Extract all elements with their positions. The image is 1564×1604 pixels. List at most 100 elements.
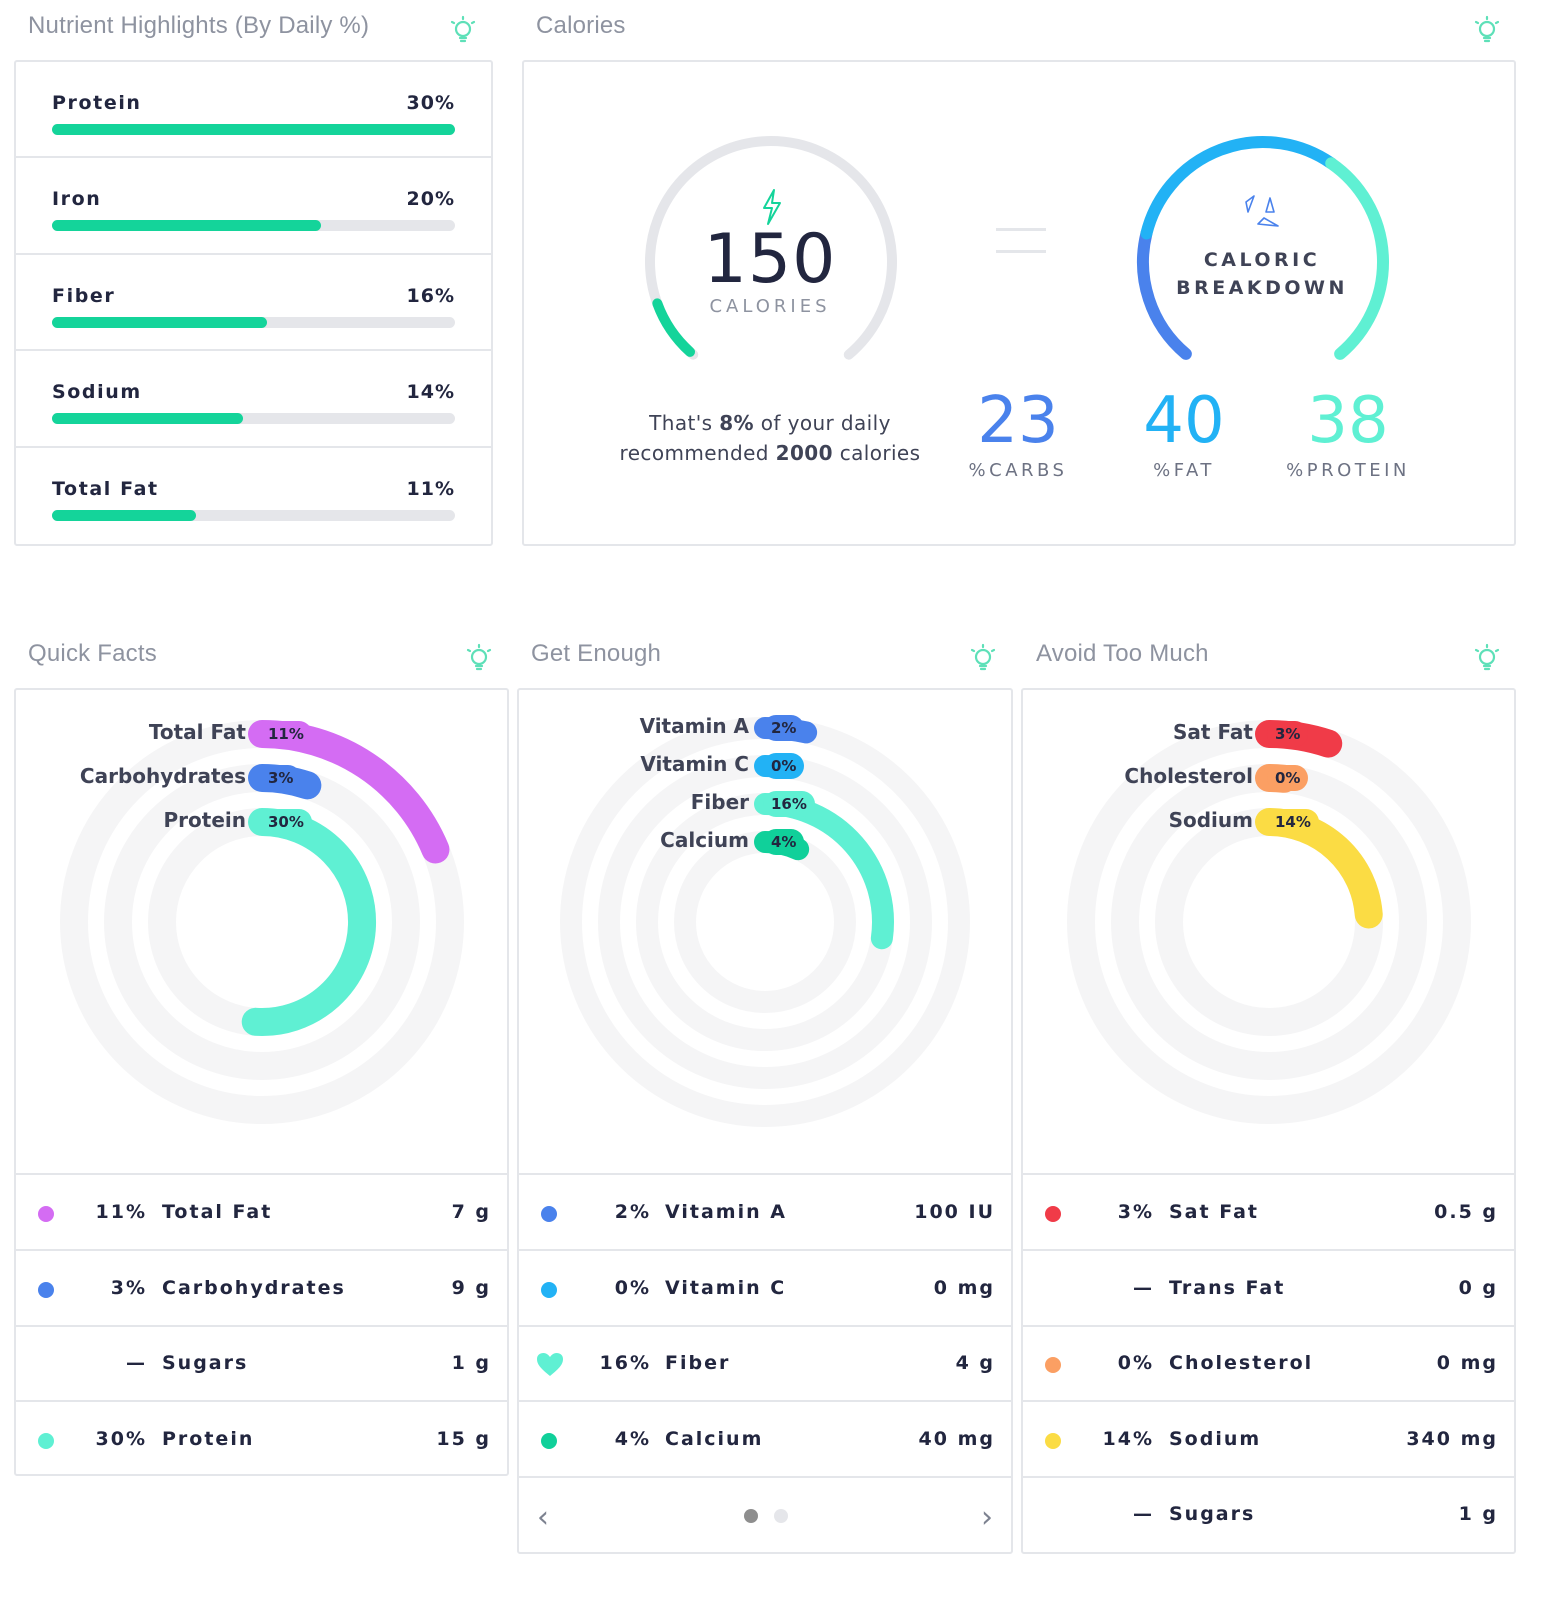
nutrient-bar-track xyxy=(52,220,455,232)
nutrient-list-row: 30% Protein 15 g xyxy=(16,1402,507,1478)
row-percent: — xyxy=(1133,1276,1154,1299)
nutrient-list-row: — Sugars 1 g xyxy=(16,1326,507,1402)
ring-chart: Sat Fat 3% Cholesterol 0% Sodium 14% xyxy=(1023,690,1514,1175)
nutrient-list-row: 16% Fiber 4 g xyxy=(519,1326,1011,1402)
row-percent: 16% xyxy=(599,1352,651,1374)
row-amount: 4 g xyxy=(955,1352,995,1374)
ring-track xyxy=(560,717,970,1127)
nutrient-list-row: 14% Sodium 340 mg xyxy=(1023,1402,1514,1478)
nutrient-list-row: — Trans Fat 0 g xyxy=(1023,1251,1514,1327)
nutrient-bar-track xyxy=(52,413,455,425)
row-percent: 3% xyxy=(1117,1201,1154,1223)
nutrient-name: Iron xyxy=(52,188,102,211)
ring-percent-pill: 0% xyxy=(763,753,805,779)
page-dot[interactable] xyxy=(744,1509,758,1523)
ring-percent-pill: 0% xyxy=(1267,765,1309,791)
calorie-note-total: 2000 xyxy=(775,441,833,465)
pager: ‹ › xyxy=(519,1476,1011,1552)
row-amount: 7 g xyxy=(451,1201,491,1223)
calories-card: 150 CALORIES That's 8% of your daily rec… xyxy=(522,60,1516,546)
row-amount: 0 g xyxy=(1458,1276,1498,1299)
row-name: Calcium xyxy=(665,1427,764,1450)
row-amount: 340 mg xyxy=(1406,1427,1498,1450)
ring-chart: Total Fat 11% Carbohydrates 3% Protein 30% xyxy=(16,690,507,1175)
row-percent: 2% xyxy=(614,1201,651,1223)
nutrient-row: Sodium 14% xyxy=(16,351,491,448)
ring-progress-arc xyxy=(241,808,377,1036)
nutrient-bar-track xyxy=(52,124,455,135)
row-amount: 1 g xyxy=(1458,1503,1498,1525)
nutrient-row: Protein 30% xyxy=(16,62,491,159)
lightning-icon xyxy=(763,189,781,225)
row-amount: 15 g xyxy=(436,1427,491,1450)
legend-dot xyxy=(38,1281,54,1298)
nutrient-bar-fill xyxy=(52,413,243,425)
ring-percent-pill: 30% xyxy=(260,809,312,835)
nutrient-name: Fiber xyxy=(52,284,116,307)
chevron-left-icon[interactable]: ‹ xyxy=(537,1500,549,1535)
row-percent: 11% xyxy=(95,1201,147,1223)
nutrient-highlights-title: Nutrient Highlights (By Daily %) xyxy=(28,12,370,39)
nutrient-name: Total Fat xyxy=(52,477,159,500)
ring-label: Sodium xyxy=(1168,808,1253,832)
nutrient-percent: 11% xyxy=(406,477,455,500)
macro-value: 40 xyxy=(1143,384,1225,458)
row-name: Trans Fat xyxy=(1169,1276,1286,1299)
nutrient-name: Protein xyxy=(52,92,142,114)
ring-label: Carbohydrates xyxy=(79,764,246,788)
row-percent: 3% xyxy=(110,1276,147,1299)
calorie-unit: CALORIES xyxy=(709,296,831,317)
macro-value: 23 xyxy=(977,384,1059,458)
ring-percent-pill: 11% xyxy=(260,721,312,747)
row-percent: 0% xyxy=(614,1276,651,1299)
nutrient-percent: 20% xyxy=(406,188,455,211)
ring-label: Protein xyxy=(163,808,246,832)
legend-dot xyxy=(1045,1206,1061,1222)
ring-percent-pill: 14% xyxy=(1267,809,1319,835)
ring-label: Vitamin C xyxy=(640,752,749,776)
row-name: Fiber xyxy=(665,1352,731,1374)
ring-percent-pill: 4% xyxy=(763,829,805,855)
ring-percent-pill: 3% xyxy=(260,765,302,791)
lightbulb-icon[interactable] xyxy=(1472,642,1502,672)
equals-divider xyxy=(996,250,1046,253)
row-amount: 100 IU xyxy=(914,1201,995,1223)
lightbulb-icon[interactable] xyxy=(464,642,494,672)
lightbulb-icon[interactable] xyxy=(968,642,998,672)
macro-label: %CARBS xyxy=(968,460,1068,481)
row-name: Carbohydrates xyxy=(162,1276,346,1299)
row-percent: 4% xyxy=(614,1427,651,1450)
legend-dot xyxy=(1045,1432,1061,1449)
nutrient-list-row: 3% Sat Fat 0.5 g xyxy=(1023,1175,1514,1251)
row-percent: 14% xyxy=(1102,1427,1154,1450)
macro-label: %PROTEIN xyxy=(1286,460,1410,481)
calorie-value: 150 xyxy=(703,220,837,299)
lightbulb-icon[interactable] xyxy=(448,14,478,44)
get-enough-card: Vitamin A 2% Vitamin C 0% Fiber 16% Calcium 4% 2… xyxy=(517,688,1013,1554)
ring-chart-svg xyxy=(1067,720,1471,1124)
nutrient-row: Iron 20% xyxy=(16,158,491,255)
chevron-right-icon[interactable]: › xyxy=(981,1500,993,1535)
nutrient-percent: 14% xyxy=(406,381,455,404)
ring-label: Total Fat xyxy=(148,720,246,744)
avoid-too-much-title: Avoid Too Much xyxy=(1036,640,1209,667)
lightbulb-icon[interactable] xyxy=(1472,14,1502,44)
page-dot[interactable] xyxy=(774,1509,788,1523)
row-name: Vitamin A xyxy=(665,1201,787,1223)
legend-dot xyxy=(1045,1357,1061,1373)
nutrient-bar-fill xyxy=(52,124,455,135)
ring-label: Calcium xyxy=(660,828,749,852)
row-name: Protein xyxy=(162,1427,255,1450)
row-name: Cholesterol xyxy=(1169,1352,1314,1374)
legend-dot xyxy=(541,1281,557,1298)
nutrient-list-row: 0% Vitamin C 0 mg xyxy=(519,1251,1011,1327)
avoid-too-much-card: Sat Fat 3% Cholesterol 0% Sodium 14% 3% Sat Fat… xyxy=(1021,688,1516,1554)
breakdown-fat-arc xyxy=(1140,136,1338,240)
row-amount: 0 mg xyxy=(1436,1352,1498,1374)
nutrient-bar-fill xyxy=(52,509,197,521)
legend-dot xyxy=(38,1432,54,1449)
ring-label: Cholesterol xyxy=(1124,764,1253,788)
nutrient-row: Fiber 16% xyxy=(16,255,491,352)
macro-value: 38 xyxy=(1307,384,1389,458)
nutrient-list-row: 11% Total Fat 7 g xyxy=(16,1175,507,1251)
